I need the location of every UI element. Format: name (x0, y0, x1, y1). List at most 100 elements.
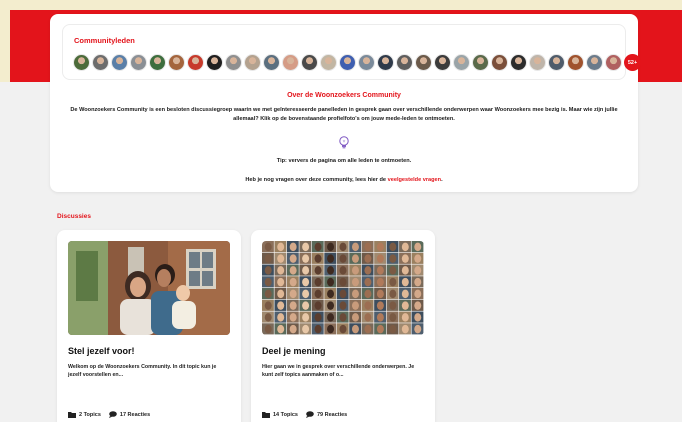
member-avatar[interactable] (73, 54, 90, 71)
collage-face (264, 277, 272, 287)
collage-face (414, 324, 422, 334)
collage-face (389, 254, 397, 263)
member-avatar[interactable] (206, 54, 223, 71)
collage-face (351, 301, 359, 310)
member-avatar[interactable] (434, 54, 451, 71)
member-avatar[interactable] (548, 54, 565, 71)
discussion-card-opinion[interactable]: Deel je mening Hier gaan we in gesprek o… (251, 230, 435, 422)
member-avatar[interactable] (529, 54, 546, 71)
collage-face (401, 266, 409, 275)
collage-face (302, 324, 310, 334)
collage-face (264, 254, 272, 263)
member-avatar[interactable] (396, 54, 413, 71)
collage-face (327, 313, 335, 322)
discussion-excerpt: Welkom op de Woonzoekers Community. In d… (68, 364, 217, 378)
member-avatar[interactable] (130, 54, 147, 71)
collage-face (389, 313, 397, 322)
member-avatar[interactable] (111, 54, 128, 71)
collage-face (289, 277, 297, 287)
collage-face (414, 289, 422, 299)
member-avatar[interactable] (339, 54, 356, 71)
member-avatar[interactable] (225, 54, 242, 71)
member-avatar[interactable] (301, 54, 318, 71)
collage-face (414, 254, 422, 263)
member-avatar[interactable] (187, 54, 204, 71)
member-avatar[interactable] (149, 54, 166, 71)
discussion-image-collage (262, 241, 424, 335)
member-avatar[interactable] (415, 54, 432, 71)
member-avatar[interactable] (491, 54, 508, 71)
collage-face (351, 313, 359, 322)
collage-face (364, 289, 372, 299)
collage-face (339, 301, 347, 310)
collage-face (389, 289, 397, 299)
collage-face (314, 266, 322, 275)
more-members-button[interactable]: 52+ (624, 54, 641, 71)
collage-face (376, 289, 384, 299)
member-avatar[interactable] (282, 54, 299, 71)
discussion-stats: 2 Topics 17 Reacties (68, 411, 158, 418)
collage-face (339, 242, 347, 252)
collage-face (277, 277, 285, 287)
collage-face (289, 254, 297, 263)
collage-face (327, 242, 335, 252)
collage-face (414, 277, 422, 287)
collage-face (264, 301, 272, 310)
discussion-card-introduce[interactable]: Stel jezelf voor! Welkom op de Woonzoeke… (57, 230, 241, 422)
collage-face (277, 242, 285, 252)
member-avatar[interactable] (605, 54, 622, 71)
folder-icon (262, 412, 270, 418)
member-avatar[interactable] (92, 54, 109, 71)
member-avatar[interactable] (567, 54, 584, 71)
collage-face (277, 289, 285, 299)
member-avatar[interactable] (244, 54, 261, 71)
collage-face (302, 254, 310, 263)
faq-link[interactable]: veelgestelde vragen (388, 177, 441, 183)
collage-face (401, 289, 409, 299)
collage-face (302, 301, 310, 310)
collage-face (314, 324, 322, 334)
collage-face (351, 254, 359, 263)
collage-face (364, 242, 372, 252)
member-avatar[interactable] (586, 54, 603, 71)
collage-face (339, 313, 347, 322)
collage-face (401, 277, 409, 287)
collage-face (401, 313, 409, 322)
member-avatar[interactable] (453, 54, 470, 71)
member-avatar[interactable] (168, 54, 185, 71)
discussion-title[interactable]: Deel je mening (262, 346, 326, 356)
member-avatar[interactable] (377, 54, 394, 71)
collage-face (389, 242, 397, 252)
chat-bubble-icon (108, 411, 117, 418)
collage-face (376, 313, 384, 322)
avatar-row: 52+ (73, 54, 641, 71)
member-avatar[interactable] (358, 54, 375, 71)
collage-face (264, 242, 272, 252)
collage-face (414, 313, 422, 322)
about-card: Communityleden 52+ Over de Woonzoekers C… (50, 14, 641, 192)
tip-text: Tip: ververs de pagina om alle leden te … (276, 158, 412, 164)
collage-face (264, 289, 272, 299)
collage-face (401, 242, 409, 252)
collage-face (389, 277, 397, 287)
about-description: De Woonzoekers Community is een besloten… (70, 107, 618, 122)
member-avatar[interactable] (263, 54, 280, 71)
discussion-title[interactable]: Stel jezelf voor! (68, 346, 135, 356)
member-avatar[interactable] (472, 54, 489, 71)
collage-face (264, 324, 272, 334)
collage-face (401, 301, 409, 310)
member-avatar[interactable] (510, 54, 527, 71)
collage-face (314, 242, 322, 252)
collage-face (277, 313, 285, 322)
topics-stat: 14 Topics (262, 411, 298, 418)
collage-face (364, 301, 372, 310)
folder-icon (68, 412, 76, 418)
member-avatar[interactable] (320, 54, 337, 71)
discussion-excerpt: Hier gaan we in gesprek over verschillen… (262, 364, 415, 378)
collage-face (302, 313, 310, 322)
collage-face (277, 324, 285, 334)
reactions-count: 17 Reacties (119, 411, 151, 418)
collage-face (376, 254, 384, 263)
collage-face (289, 301, 297, 310)
collage-face (339, 254, 347, 263)
